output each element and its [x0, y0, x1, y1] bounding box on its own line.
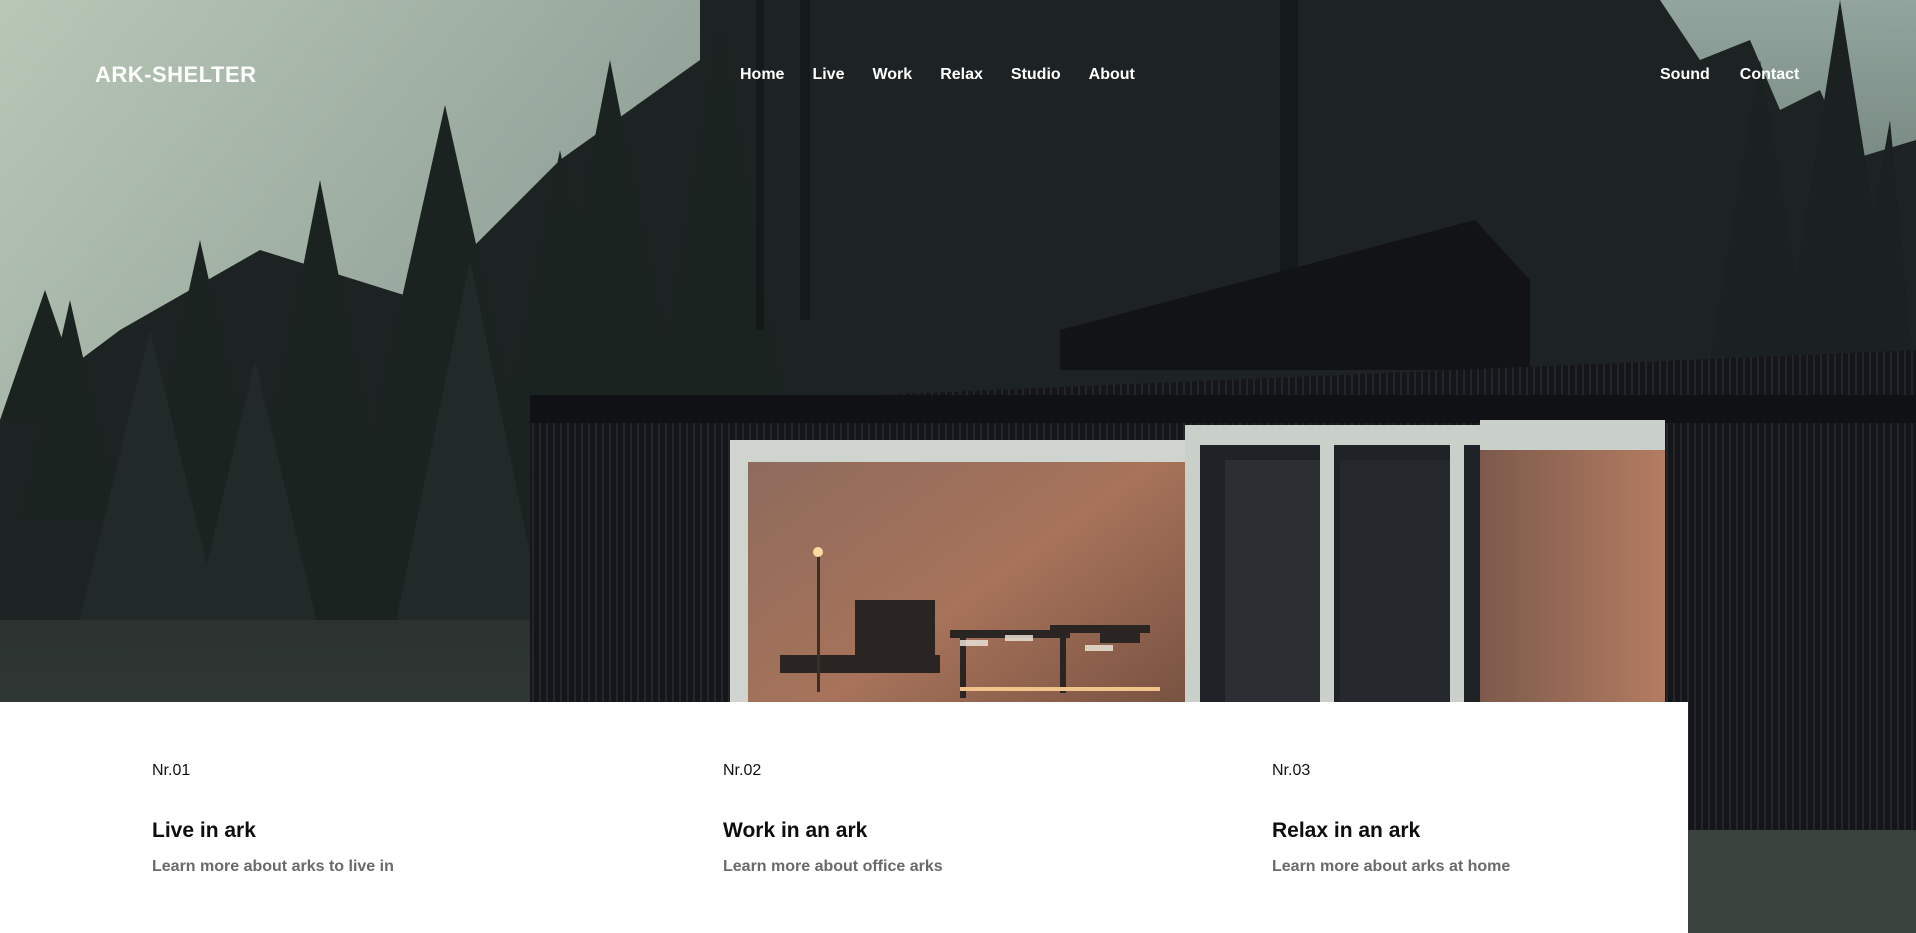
feature-title[interactable]: Live in ark	[152, 819, 256, 843]
contact-link[interactable]: Contact	[1740, 66, 1800, 84]
nav-link-studio[interactable]: Studio	[1011, 66, 1061, 84]
feature-number: Nr.03	[1272, 762, 1311, 779]
feature-description-link[interactable]: Learn more about arks at home	[1272, 858, 1510, 876]
nav-link-relax[interactable]: Relax	[940, 66, 983, 84]
feature-title[interactable]: Relax in an ark	[1272, 819, 1420, 843]
feature-title[interactable]: Work in an ark	[723, 819, 867, 843]
nav-link-home[interactable]: Home	[740, 66, 784, 84]
nav-link-live[interactable]: Live	[812, 66, 844, 84]
feature-description-link[interactable]: Learn more about office arks	[723, 858, 943, 876]
feature-number: Nr.01	[152, 762, 191, 779]
nav-link-about[interactable]: About	[1089, 66, 1135, 84]
sound-toggle-link[interactable]: Sound	[1660, 66, 1710, 84]
feature-description-link[interactable]: Learn more about arks to live in	[152, 858, 394, 876]
feature-panel: Nr.01 Live in ark Learn more about arks …	[0, 702, 1688, 933]
brand-logo[interactable]: ARK-SHELTER	[95, 62, 257, 88]
nav-link-work[interactable]: Work	[872, 66, 912, 84]
utility-nav: Sound Contact	[1660, 66, 1829, 84]
main-nav: Home Live Work Relax Studio About	[740, 66, 1163, 84]
feature-number: Nr.02	[723, 762, 762, 779]
